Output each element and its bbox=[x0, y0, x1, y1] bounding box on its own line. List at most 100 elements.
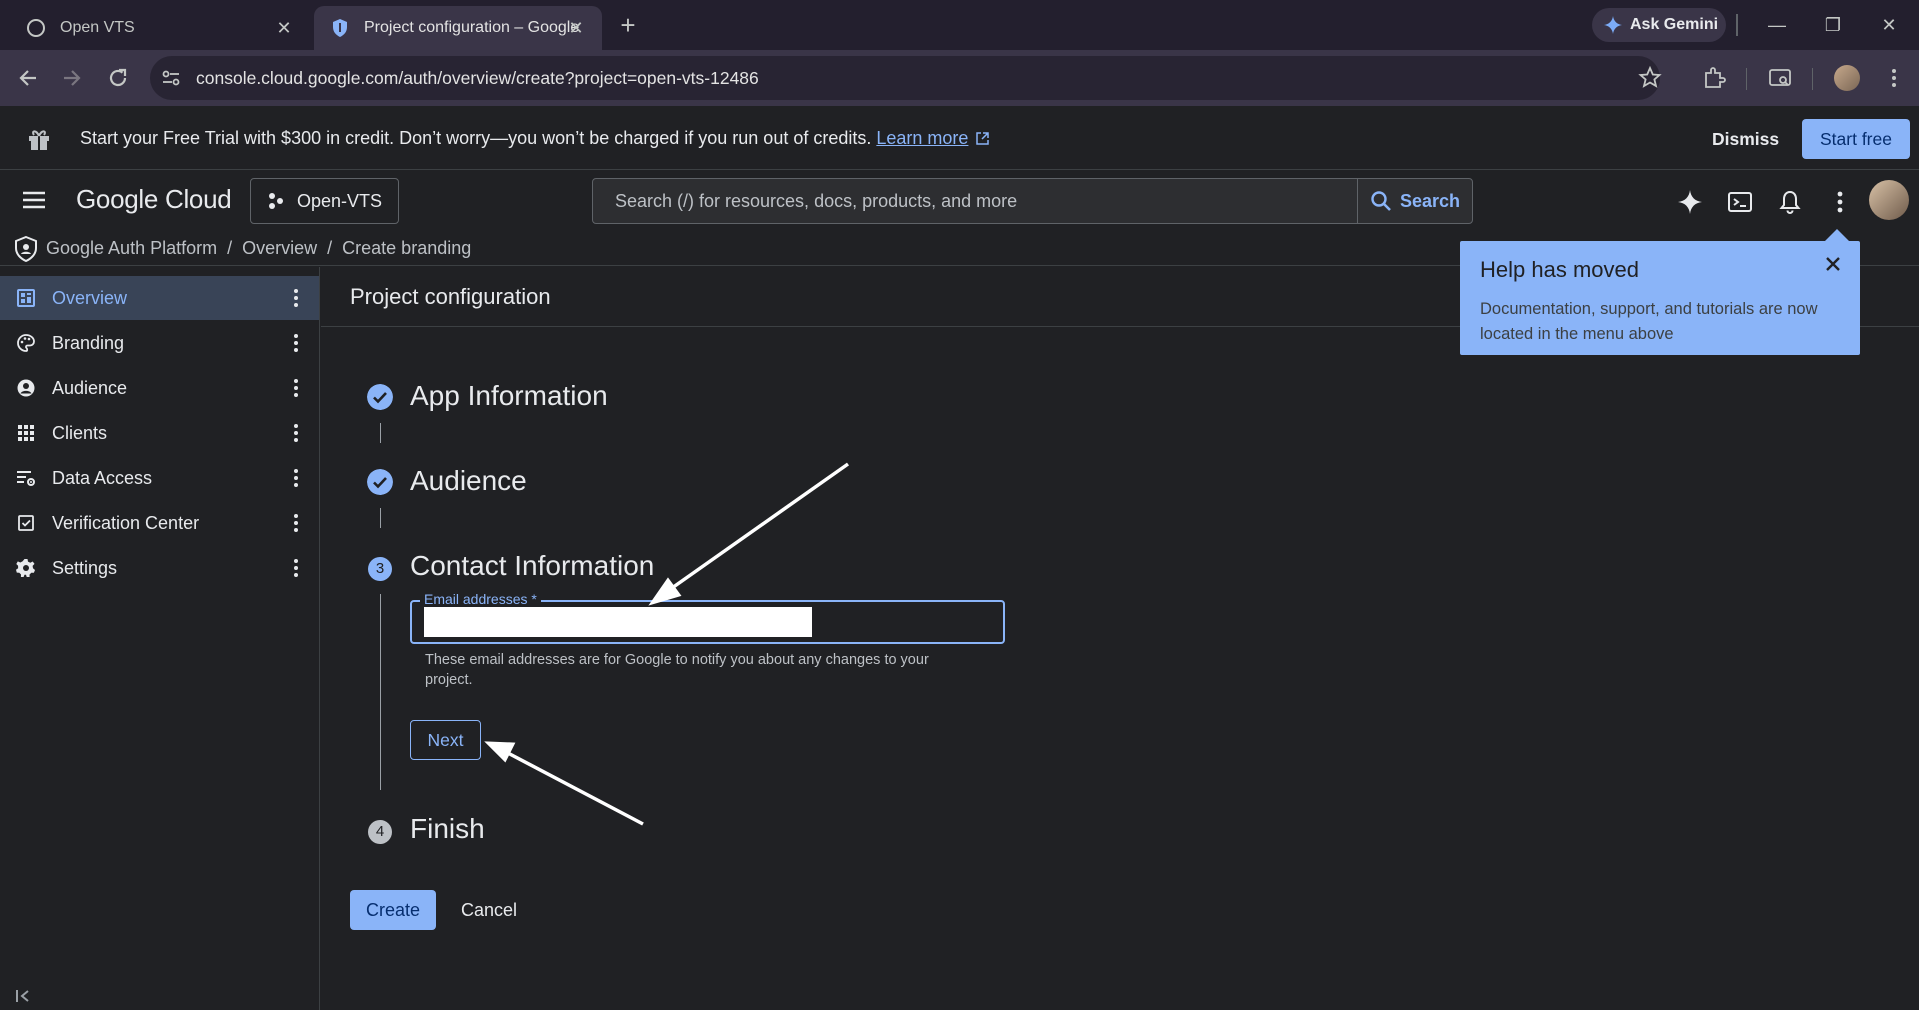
arrow-to-email-field bbox=[648, 462, 850, 606]
step-audience: Audience bbox=[410, 465, 527, 496]
restore-icon[interactable]: ❐ bbox=[1820, 12, 1846, 38]
more-vert-icon[interactable] bbox=[285, 287, 307, 309]
step-number-badge: 3 bbox=[368, 557, 392, 581]
more-vert-icon[interactable] bbox=[285, 557, 307, 579]
tab-search-icon[interactable] bbox=[1766, 64, 1794, 92]
gift-icon bbox=[29, 130, 49, 150]
close-tab-icon[interactable]: ✕ bbox=[274, 18, 294, 38]
browser-toolbar: console.cloud.google.com/auth/overview/c… bbox=[0, 50, 1919, 106]
external-link-icon bbox=[976, 132, 990, 145]
reload-icon[interactable] bbox=[104, 64, 132, 92]
sidebar: Overview Branding Audience Clients Data … bbox=[0, 267, 320, 1010]
search-button[interactable]: Search bbox=[1357, 179, 1472, 223]
sidebar-item-label: Clients bbox=[52, 423, 108, 443]
more-options-icon[interactable] bbox=[1826, 188, 1854, 216]
address-bar[interactable]: console.cloud.google.com/auth/overview/c… bbox=[150, 56, 1660, 100]
grid-icon bbox=[18, 425, 34, 441]
browser-menu-icon[interactable] bbox=[1880, 64, 1908, 92]
tab-title: Project configuration – Google bbox=[364, 19, 580, 36]
close-window-icon[interactable]: ✕ bbox=[1876, 12, 1902, 38]
hamburger-menu-icon[interactable] bbox=[20, 188, 48, 212]
sidebar-item-label: Verification Center bbox=[52, 513, 200, 533]
account-avatar[interactable] bbox=[1869, 180, 1909, 220]
auth-platform-shield-icon bbox=[15, 236, 37, 262]
browser-tab-project-configuration[interactable]: Project configuration – Google ✕ bbox=[314, 6, 602, 50]
more-vert-icon[interactable] bbox=[285, 422, 307, 444]
start-free-button[interactable]: Start free bbox=[1802, 119, 1910, 159]
sidebar-item-clients[interactable]: Clients bbox=[0, 411, 319, 455]
more-vert-icon[interactable] bbox=[285, 467, 307, 489]
project-icon bbox=[269, 193, 283, 209]
step-contact-information: Contact Information bbox=[410, 550, 655, 581]
shield-icon bbox=[333, 19, 347, 37]
search-input[interactable] bbox=[593, 179, 1357, 223]
learn-more-link[interactable]: Learn more bbox=[876, 128, 968, 148]
url-text: console.cloud.google.com/auth/overview/c… bbox=[196, 67, 759, 88]
more-vert-icon[interactable] bbox=[285, 377, 307, 399]
gear-icon bbox=[16, 559, 35, 577]
breadcrumb-trail: Google Auth Platform / Overview / Create bra… bbox=[46, 238, 471, 259]
breadcrumb-separator: / bbox=[227, 238, 233, 258]
sidebar-item-data-access[interactable]: Data Access bbox=[0, 456, 319, 500]
bookmark-star-icon[interactable] bbox=[1636, 64, 1664, 92]
cloud-shell-icon[interactable] bbox=[1726, 188, 1754, 216]
breadcrumb-overview[interactable]: Overview bbox=[242, 238, 317, 258]
browser-tab-open-vts[interactable]: Open VTS ✕ bbox=[10, 6, 310, 50]
minimize-icon[interactable]: — bbox=[1764, 12, 1790, 38]
new-tab-icon[interactable]: + bbox=[614, 12, 642, 40]
extensions-icon[interactable] bbox=[1700, 64, 1728, 92]
help-moved-popover: Help has moved Documentation, support, a… bbox=[1460, 241, 1860, 355]
google-cloud-logo[interactable]: Google Cloud bbox=[76, 184, 232, 215]
email-addresses-label: Email addresses * bbox=[420, 591, 541, 607]
breadcrumb-google-auth-platform[interactable]: Google Auth Platform bbox=[46, 238, 217, 258]
page-title: Project configuration bbox=[350, 284, 551, 309]
free-trial-banner: Start your Free Trial with $300 in credi… bbox=[0, 106, 1919, 170]
step-app-information: App Information bbox=[410, 380, 608, 411]
gemini-sparkle-icon[interactable] bbox=[1676, 188, 1704, 216]
collapse-sidebar-icon[interactable] bbox=[14, 987, 36, 1005]
gemini-sparkle-icon bbox=[1604, 16, 1622, 34]
close-tab-icon[interactable]: ✕ bbox=[566, 18, 586, 38]
dismiss-button[interactable]: Dismiss bbox=[1700, 124, 1791, 154]
step-finish: Finish bbox=[410, 813, 485, 844]
banner-message: Start your Free Trial with $300 in credi… bbox=[80, 128, 990, 149]
sidebar-item-verification-center[interactable]: Verification Center bbox=[0, 501, 319, 545]
arrow-to-next-button bbox=[484, 741, 644, 826]
project-picker[interactable]: Open-VTS bbox=[250, 178, 399, 224]
create-button[interactable]: Create bbox=[350, 890, 436, 930]
browser-profile-avatar[interactable] bbox=[1834, 65, 1860, 91]
sidebar-item-settings[interactable]: Settings bbox=[0, 546, 319, 590]
check-circle-icon bbox=[367, 469, 393, 495]
sidebar-item-label: Overview bbox=[52, 288, 128, 308]
sidebar-item-label: Data Access bbox=[52, 468, 153, 488]
email-addresses-input[interactable] bbox=[424, 607, 812, 637]
site-info-icon[interactable] bbox=[160, 67, 182, 89]
project-name: Open-VTS bbox=[297, 190, 383, 211]
back-icon[interactable] bbox=[14, 64, 42, 92]
next-button[interactable]: Next bbox=[410, 720, 481, 760]
close-icon[interactable] bbox=[1822, 253, 1844, 275]
browser-tab-strip: Open VTS ✕ Project configuration – Googl… bbox=[0, 0, 1919, 50]
more-vert-icon[interactable] bbox=[285, 332, 307, 354]
more-vert-icon[interactable] bbox=[285, 512, 307, 534]
notifications-bell-icon[interactable] bbox=[1776, 188, 1804, 216]
sidebar-item-label: Audience bbox=[52, 378, 128, 398]
cancel-button[interactable]: Cancel bbox=[452, 890, 526, 930]
sidebar-item-audience[interactable]: Audience bbox=[0, 366, 319, 410]
step-connector bbox=[380, 508, 381, 528]
search-icon bbox=[1371, 191, 1391, 211]
sidebar-item-branding[interactable]: Branding bbox=[0, 321, 319, 365]
search-button-label: Search bbox=[1399, 190, 1461, 211]
breadcrumb-separator: / bbox=[327, 238, 333, 258]
verified-icon bbox=[18, 515, 34, 531]
divider bbox=[1812, 68, 1813, 90]
sidebar-item-overview[interactable]: Overview bbox=[0, 276, 319, 320]
sidebar-item-label: Branding bbox=[52, 333, 125, 353]
search-bar: Search bbox=[592, 178, 1473, 224]
forward-icon[interactable] bbox=[58, 64, 86, 92]
banner-text: Start your Free Trial with $300 in credi… bbox=[80, 128, 877, 148]
email-help-text: These email addresses are for Google to … bbox=[425, 652, 929, 688]
ask-gemini-button[interactable]: Ask Gemini bbox=[1592, 8, 1726, 42]
step-connector bbox=[380, 423, 381, 443]
ask-gemini-label: Ask Gemini bbox=[1630, 16, 1719, 33]
